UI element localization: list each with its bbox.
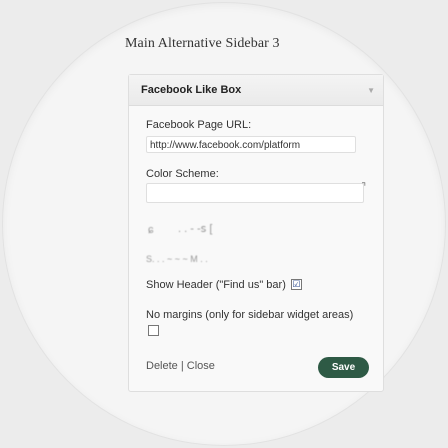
widget-actions: Delete | Close — [146, 360, 215, 372]
separator: | — [180, 360, 184, 372]
page-url-input[interactable]: http://www.facebook.com/platform — [146, 136, 356, 153]
widget-title: Facebook Like Box — [141, 84, 242, 96]
triangle-down-icon[interactable]: ▼ — [367, 86, 375, 95]
no-margins-checkbox[interactable] — [148, 324, 159, 336]
blurred-option: . . - -ꜱ [ — [178, 223, 213, 235]
select-arrow-icon: ⌝ — [361, 182, 366, 193]
color-scheme-label: Color Scheme: — [146, 168, 219, 180]
no-margins-label: No margins (only for sidebar widget area… — [146, 309, 354, 321]
page-background: Main Alternative Sidebar 3 Facebook Like… — [0, 0, 448, 448]
save-button[interactable]: Save — [318, 357, 369, 378]
sidebar-title: Main Alternative Sidebar 3 — [125, 36, 280, 51]
blurred-option: ɕ — [148, 224, 154, 236]
color-scheme-select[interactable]: ⌝ — [146, 182, 366, 203]
blurred-option: S. . . ~ ~ ~ M . . — [146, 254, 208, 264]
close-link[interactable]: Close — [187, 360, 215, 372]
show-header-row: Show Header ("Find us" bar) ☑ — [146, 278, 302, 291]
delete-link[interactable]: Delete — [146, 360, 178, 372]
widget-header[interactable]: Facebook Like Box ▼ — [129, 75, 383, 106]
no-margins-row: No margins (only for sidebar widget area… — [146, 307, 366, 339]
show-header-label: Show Header ("Find us" bar) — [146, 279, 286, 291]
page-url-label: Facebook Page URL: — [146, 119, 252, 131]
show-header-checkbox[interactable]: ☑ — [290, 278, 302, 290]
